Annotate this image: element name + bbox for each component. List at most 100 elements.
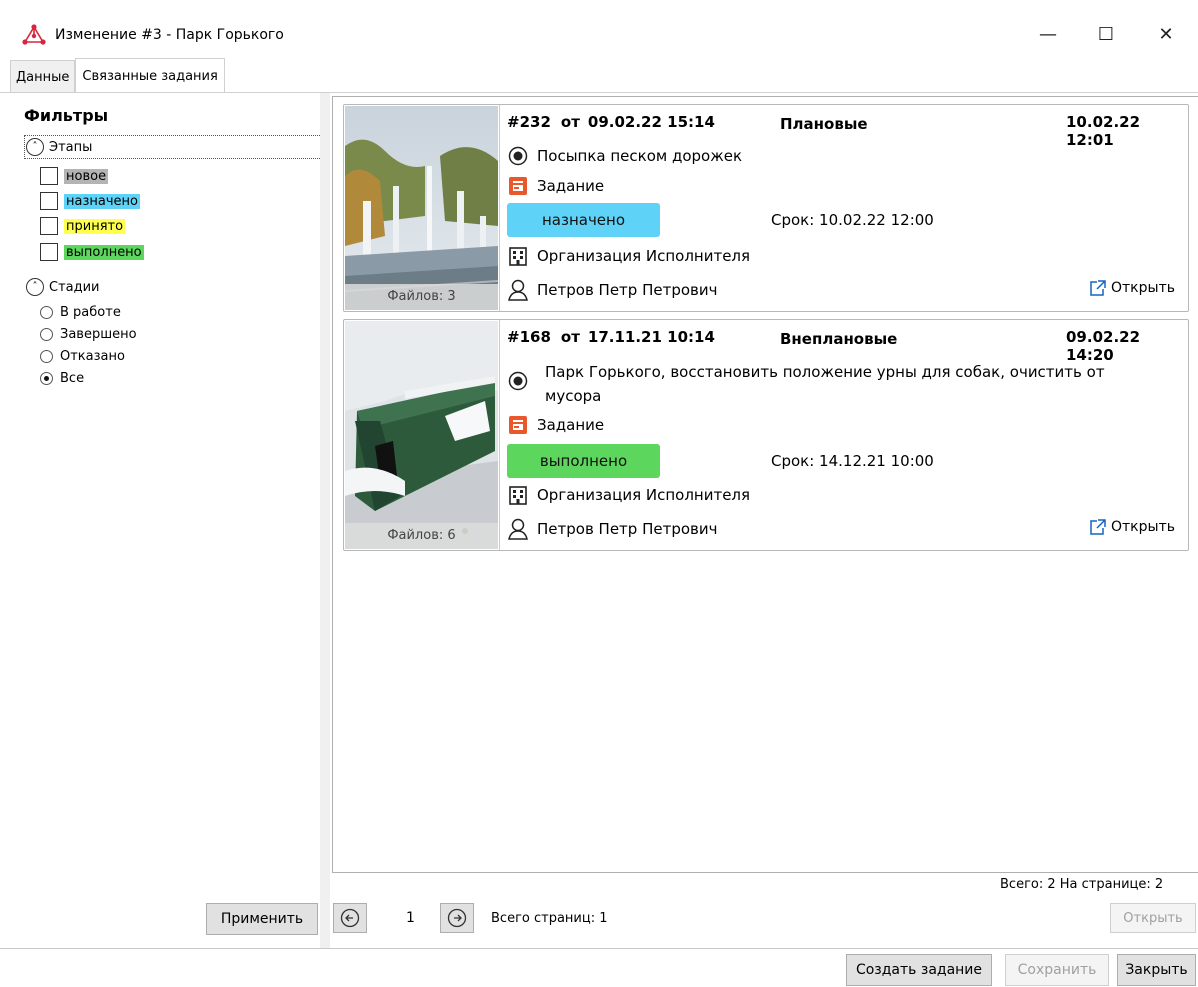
bottom-divider: [0, 948, 1198, 949]
stage-filter-accepted[interactable]: принято: [40, 217, 126, 235]
card-header-date: 09.02.22 14:20: [1066, 328, 1188, 364]
card-header-number: #168 от 17.11.21 10:14: [507, 328, 715, 346]
task-date: 10.02.22 12:01: [1066, 113, 1141, 149]
fountain-photo: [345, 106, 498, 310]
person-row: Петров Петр Петрович: [507, 518, 717, 540]
radio-button[interactable]: [40, 372, 53, 385]
phases-group-header[interactable]: ˄ Стадии: [26, 278, 100, 296]
card-header-number: #232 от 09.02.22 15:14: [507, 113, 715, 131]
stage-filter-new[interactable]: новое: [40, 167, 109, 185]
phase-refused[interactable]: Отказано: [40, 349, 125, 364]
stage-label: новое: [64, 168, 109, 184]
checkbox[interactable]: [40, 192, 58, 210]
card-divider: [499, 105, 500, 311]
prev-page-button[interactable]: [333, 903, 367, 933]
task-kind-row: Задание: [507, 414, 604, 436]
stages-group-header[interactable]: ˄ Этапы: [26, 138, 92, 156]
panel-splitter[interactable]: [320, 93, 330, 948]
person-icon: [507, 518, 529, 540]
status-badge: выполнено: [507, 444, 660, 478]
minimize-button[interactable]: —: [1018, 14, 1078, 54]
task-kind: Задание: [537, 177, 605, 195]
close-button[interactable]: Закрыть: [1117, 954, 1196, 986]
card-divider: [499, 320, 500, 550]
deadline: Срок: 14.12.21 10:00: [771, 452, 934, 470]
task-card[interactable]: Файлов: 6 #168 от 17.11.21 10:14 Внеплан…: [343, 319, 1189, 551]
person: Петров Петр Петрович: [537, 520, 718, 538]
created-date: 09.02.22 15:14: [587, 113, 715, 131]
chevron-up-icon[interactable]: ˄: [26, 138, 44, 156]
phase-label: Завершено: [60, 327, 137, 342]
create-task-button[interactable]: Создать задание: [846, 954, 992, 986]
task-title-line-1: Парк Горького, восстановить положение ур…: [545, 363, 1105, 381]
filters-title: Фильтры: [24, 106, 109, 125]
open-button[interactable]: Открыть: [1110, 903, 1196, 933]
task-photo[interactable]: Файлов: 3: [345, 106, 498, 310]
external-link-icon: [1086, 516, 1108, 538]
deadline-row: Срок: 10.02.22 12:00: [771, 211, 934, 229]
deadline-row: Срок: 14.12.21 10:00: [771, 452, 934, 470]
checkbox[interactable]: [40, 217, 58, 235]
trash-bin-photo: [345, 321, 498, 549]
radio-button[interactable]: [40, 306, 53, 319]
organization-row: Организация Исполнителя: [507, 245, 750, 267]
building-icon: [507, 245, 529, 267]
total-pages: Всего страниц: 1: [491, 911, 608, 926]
radio-button[interactable]: [40, 328, 53, 341]
phase-all[interactable]: Все: [40, 371, 84, 386]
deadline: Срок: 10.02.22 12:00: [771, 211, 934, 229]
card-header-date: 10.02.22 12:01: [1066, 113, 1188, 149]
phase-in-work[interactable]: В работе: [40, 305, 121, 320]
arrow-left-circle-icon: [340, 908, 360, 928]
checkbox[interactable]: [40, 167, 58, 185]
card-header-type: Плановые: [780, 115, 868, 133]
radio-button[interactable]: [40, 350, 53, 363]
task-type: Внеплановые: [780, 330, 898, 348]
phase-label: Все: [60, 371, 85, 386]
organization: Организация Исполнителя: [537, 247, 751, 265]
open-label: Открыть: [1111, 519, 1175, 535]
checkbox[interactable]: [40, 243, 58, 261]
task-type: Плановые: [780, 115, 868, 133]
files-count: Файлов: 6: [345, 523, 498, 549]
from-label: от: [560, 328, 580, 346]
chevron-up-icon[interactable]: ˄: [26, 278, 44, 296]
task-kind: Задание: [537, 416, 605, 434]
tab-related-tasks[interactable]: Связанные задания: [75, 58, 225, 93]
stages-label: Этапы: [49, 139, 93, 155]
stage-filter-assigned[interactable]: назначено: [40, 192, 140, 210]
maximize-icon: ☐: [1097, 23, 1115, 45]
tab-label: Связанные задания: [82, 68, 218, 84]
organization-row: Организация Исполнителя: [507, 484, 750, 506]
app-logo-icon: [22, 24, 46, 45]
task-card[interactable]: Файлов: 3 #232 от 09.02.22 15:14 Плановы…: [343, 104, 1189, 312]
close-window-button[interactable]: ✕: [1136, 14, 1196, 54]
person-row: Петров Петр Петрович: [507, 279, 717, 301]
files-count: Файлов: 3: [345, 284, 498, 310]
open-label: Открыть: [1111, 280, 1175, 296]
save-button[interactable]: Сохранить: [1005, 954, 1109, 986]
list-totals: Всего: 2 На странице: 2: [1000, 877, 1164, 892]
task-kind-icon: [507, 175, 529, 197]
open-link[interactable]: Открыть: [1086, 516, 1175, 538]
tab-data[interactable]: Данные: [10, 60, 76, 93]
phase-label: Отказано: [60, 349, 125, 364]
stage-filter-done[interactable]: выполнено: [40, 243, 144, 261]
title-bar: Изменение #3 - Парк Горького — ☐ ✕: [0, 0, 1198, 60]
next-page-button[interactable]: [440, 903, 474, 933]
open-link[interactable]: Открыть: [1086, 277, 1175, 299]
created-date: 17.11.21 10:14: [587, 328, 715, 346]
task-number: #232: [507, 113, 551, 131]
apply-button[interactable]: Применить: [206, 903, 318, 935]
window-title: Изменение #3 - Парк Горького: [55, 27, 284, 43]
task-kind-icon: [507, 414, 529, 436]
organization: Организация Исполнителя: [537, 486, 751, 504]
minimize-icon: —: [1039, 23, 1057, 45]
phase-label: В работе: [60, 305, 121, 320]
filters-panel: Фильтры ˄ Этапы новое назначено принято …: [10, 93, 324, 948]
task-photo[interactable]: Файлов: 6: [345, 321, 498, 549]
tab-strip: Данные Связанные задания: [10, 58, 225, 93]
phases-label: Стадии: [49, 279, 100, 295]
phase-completed[interactable]: Завершено: [40, 327, 137, 342]
maximize-button[interactable]: ☐: [1076, 14, 1136, 54]
